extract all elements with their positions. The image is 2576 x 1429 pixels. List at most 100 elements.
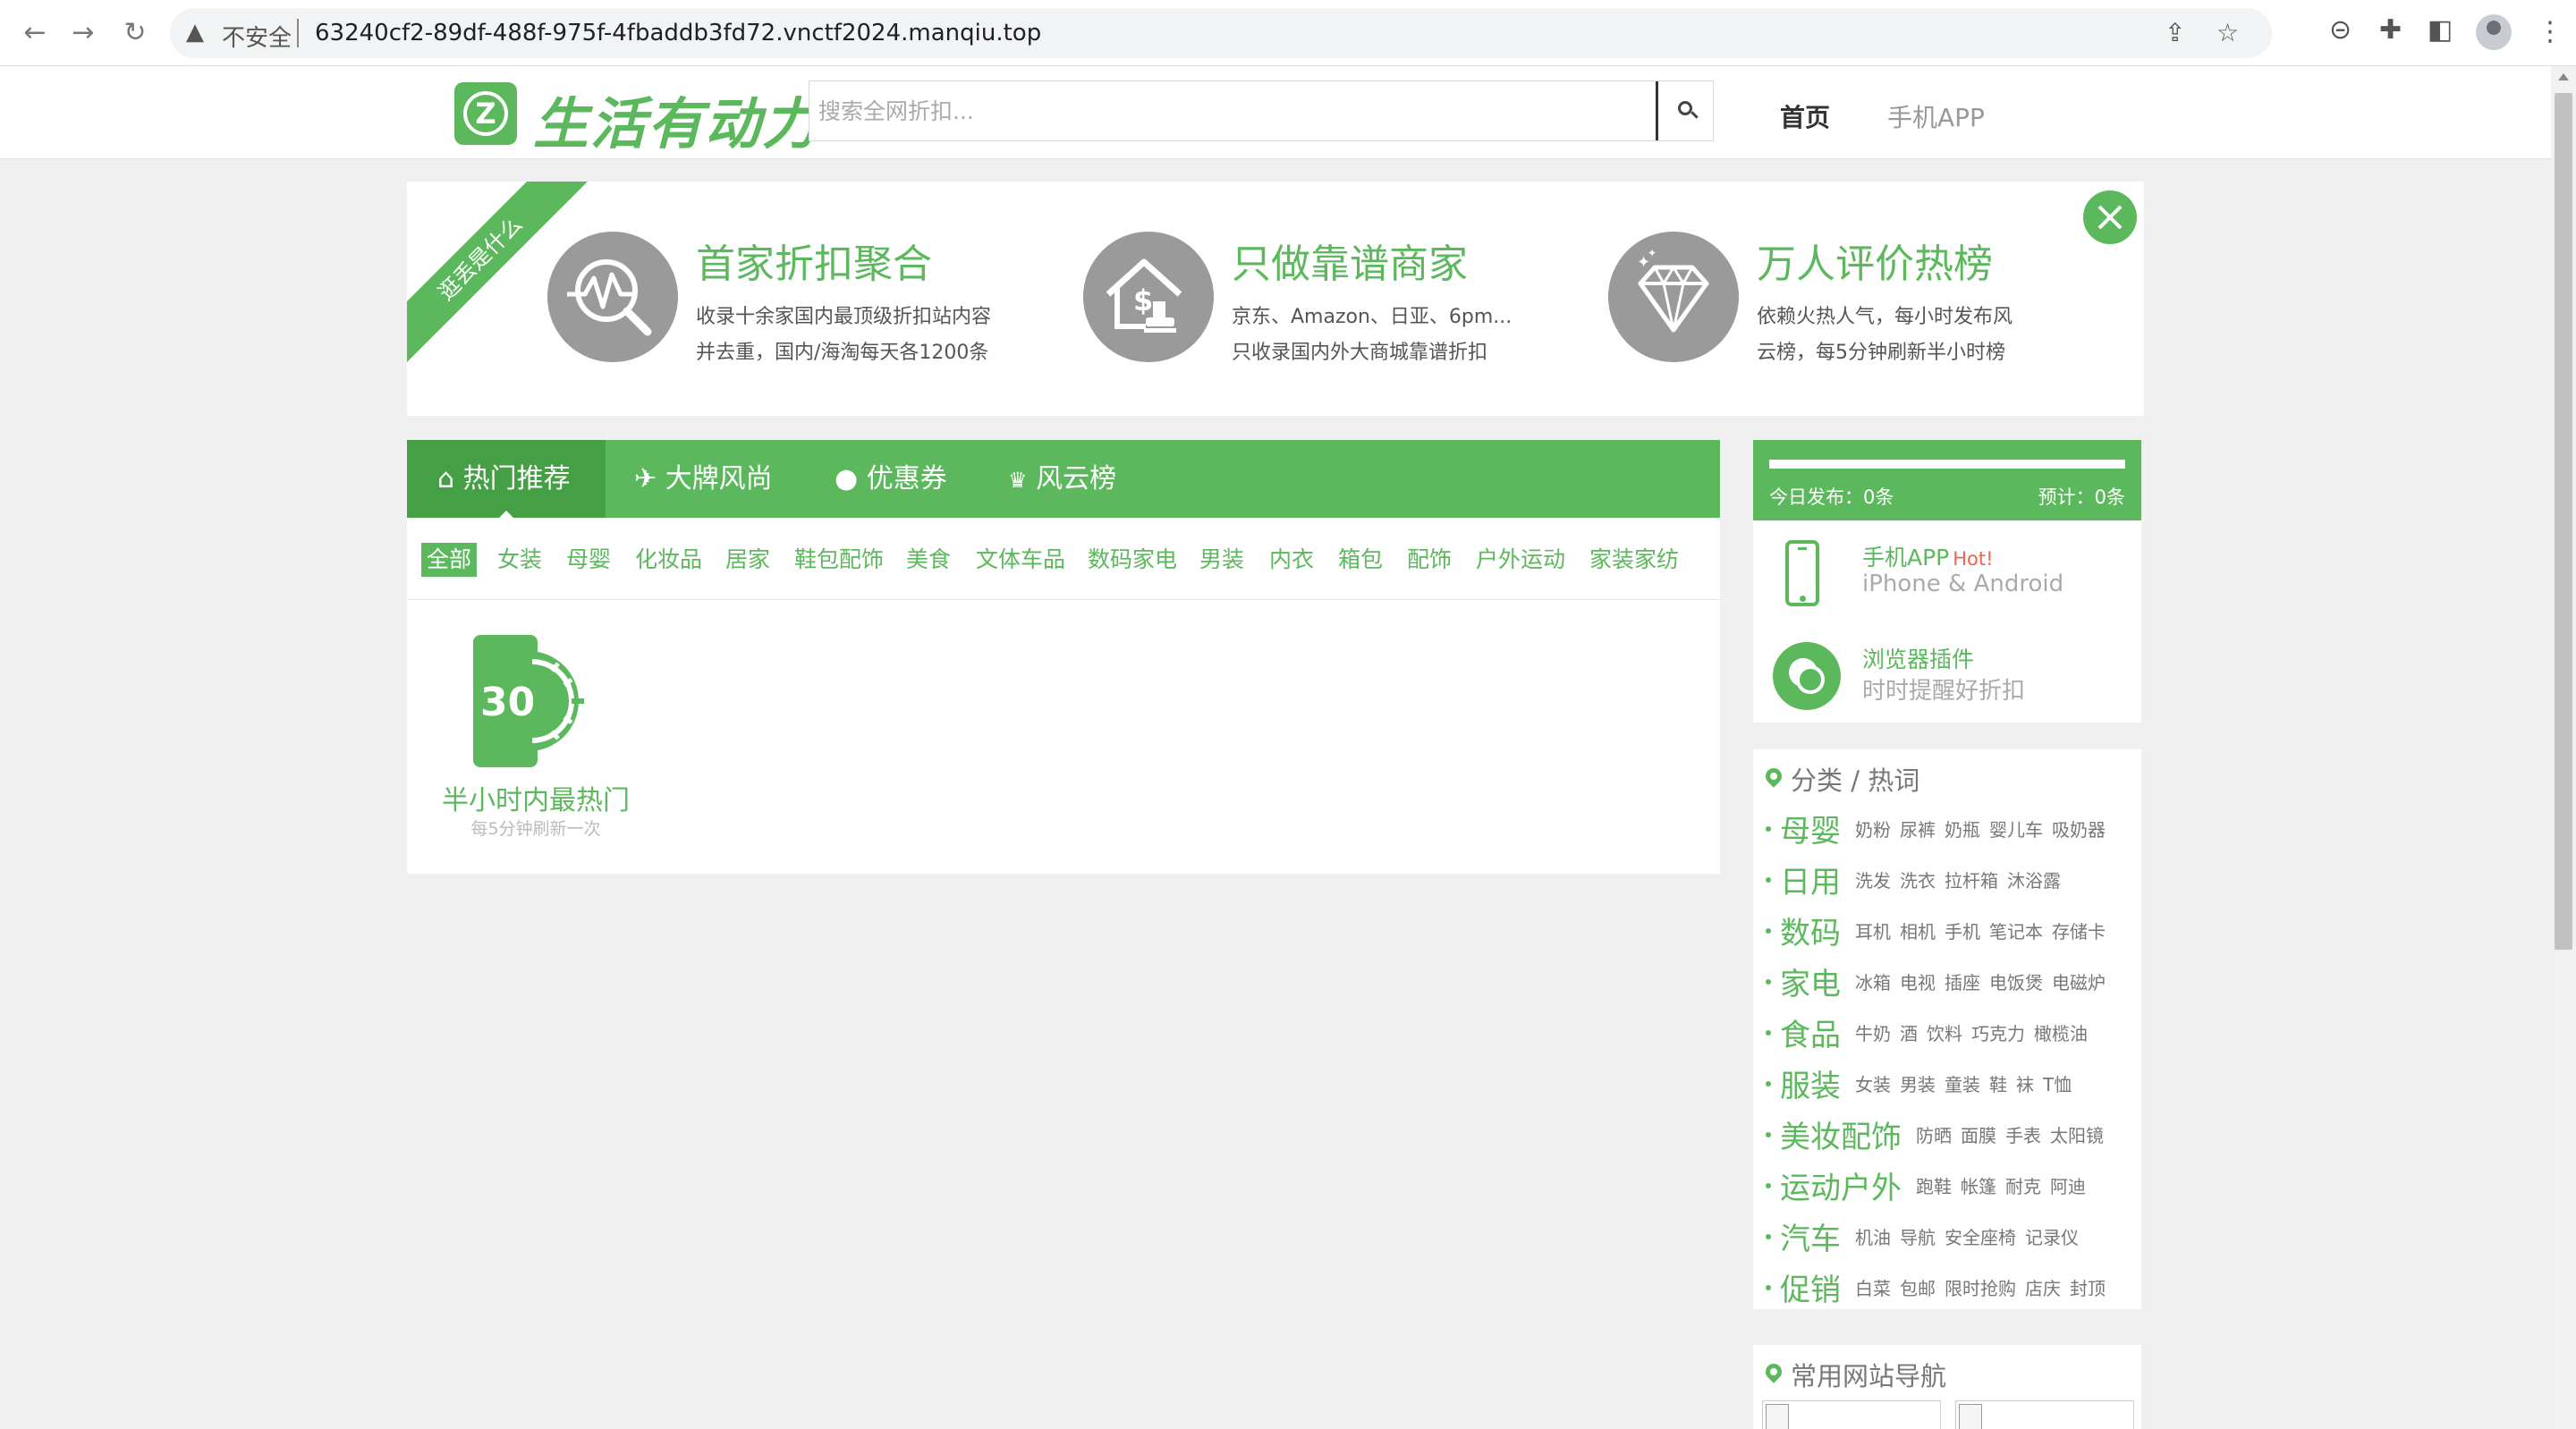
hotword-link[interactable]: 导航 — [1900, 1227, 1936, 1248]
logo-badge[interactable]: Z — [454, 82, 517, 145]
hotword-link[interactable]: T恤 — [2043, 1074, 2072, 1095]
address-bar[interactable]: ▲ 不安全 63240cf2-89df-488f-975f-4fbaddb3fd… — [170, 8, 2272, 58]
hotword-link[interactable]: 电视 — [1900, 972, 1936, 994]
tab-brands[interactable]: ✈ 大牌风尚 — [634, 440, 773, 518]
hotword-link[interactable]: 耳机 — [1855, 921, 1891, 943]
category-link[interactable]: 运动户外 — [1780, 1171, 1902, 1206]
nav-home[interactable]: 首页 — [1780, 98, 1830, 134]
close-icon[interactable] — [2083, 190, 2137, 244]
hotword-link[interactable]: 洗衣 — [1900, 870, 1936, 892]
tab-coupons[interactable]: ● 优惠券 — [835, 440, 947, 518]
tab-ranking[interactable]: ♛ 风云榜 — [1008, 440, 1116, 518]
hotword-link[interactable]: 尿裤 — [1900, 819, 1936, 841]
category-link[interactable]: 促销 — [1780, 1273, 1841, 1308]
category-all[interactable]: 全部 — [421, 543, 478, 577]
hotword-link[interactable]: 电磁炉 — [2052, 972, 2106, 994]
category-item[interactable]: 户外运动 — [1476, 543, 1565, 577]
hotword-link[interactable]: 巧克力 — [1971, 1023, 2025, 1044]
category-item[interactable]: 女装 — [497, 543, 542, 577]
hotword-link[interactable]: 跑鞋 — [1916, 1176, 1952, 1197]
hotword-link[interactable]: 电饭煲 — [1989, 972, 2043, 994]
url-text[interactable]: 63240cf2-89df-488f-975f-4fbaddb3fd72.vnc… — [315, 20, 1041, 47]
category-item[interactable]: 箱包 — [1338, 543, 1383, 577]
category-item[interactable]: 居家 — [725, 543, 770, 577]
hotword-link[interactable]: 橄榄油 — [2034, 1023, 2088, 1044]
zoom-icon[interactable]: ⊝ — [2329, 14, 2351, 46]
logo-text[interactable]: 生活有动力 — [533, 79, 819, 159]
scroll-thumb[interactable] — [2555, 93, 2572, 950]
category-link[interactable]: 食品 — [1780, 1018, 1841, 1053]
category-link[interactable]: 母婴 — [1780, 814, 1841, 850]
hotword-link[interactable]: 手表 — [2005, 1125, 2041, 1146]
hotword-link[interactable]: 牛奶 — [1855, 1023, 1891, 1044]
category-link[interactable]: 家电 — [1780, 967, 1841, 1002]
extensions-icon[interactable]: ✚ — [2379, 14, 2402, 46]
hotword-link[interactable]: 童装 — [1945, 1074, 1980, 1095]
category-link[interactable]: 服装 — [1780, 1069, 1841, 1104]
hotword-link[interactable]: 防晒 — [1916, 1125, 1952, 1146]
share-icon[interactable]: ⇪ — [2165, 18, 2185, 47]
hotword-link[interactable]: 太阳镜 — [2050, 1125, 2104, 1146]
hotword-link[interactable]: 阿迪 — [2050, 1176, 2086, 1197]
scroll-up-icon[interactable] — [2558, 73, 2569, 80]
hotword-link[interactable]: 店庆 — [2025, 1278, 2061, 1299]
category-link[interactable]: 数码 — [1780, 916, 1841, 951]
reload-icon[interactable]: ↻ — [118, 16, 152, 50]
insecure-label[interactable]: 不安全 — [222, 20, 292, 53]
hotword-link[interactable]: 酒 — [1900, 1023, 1918, 1044]
hotword-link[interactable]: 女装 — [1855, 1074, 1891, 1095]
category-item[interactable]: 男装 — [1199, 543, 1244, 577]
hotword-link[interactable]: 相机 — [1900, 921, 1936, 943]
category-item[interactable]: 配饰 — [1407, 543, 1452, 577]
hotword-link[interactable]: 机油 — [1855, 1227, 1891, 1248]
hotword-link[interactable]: 手机 — [1945, 921, 1980, 943]
hotword-link[interactable]: 封顶 — [2070, 1278, 2106, 1299]
forward-icon[interactable]: → — [66, 16, 100, 50]
hotword-link[interactable]: 婴儿车 — [1989, 819, 2043, 841]
hotword-link[interactable]: 白菜 — [1855, 1278, 1891, 1299]
warning-icon[interactable]: ▲ — [186, 19, 204, 46]
back-icon[interactable]: ← — [18, 16, 52, 50]
bookmark-star-icon[interactable]: ☆ — [2216, 18, 2239, 47]
hotword-link[interactable]: 耐克 — [2005, 1176, 2041, 1197]
tab-hot[interactable]: ⌂ 热门推荐 — [407, 440, 606, 518]
hotword-link[interactable]: 安全座椅 — [1945, 1227, 2016, 1248]
hotword-link[interactable]: 帐篷 — [1961, 1176, 1996, 1197]
site-link-image[interactable] — [1955, 1400, 2134, 1429]
hotword-link[interactable]: 记录仪 — [2025, 1227, 2079, 1248]
site-link-image[interactable] — [1762, 1400, 1941, 1429]
search-button[interactable] — [1656, 81, 1713, 140]
side-panel-icon[interactable]: ◧ — [2428, 14, 2453, 46]
category-link[interactable]: 日用 — [1780, 865, 1841, 901]
browser-plugin-link[interactable]: 浏览器插件 时时提醒好折扣 — [1753, 622, 2141, 712]
category-item[interactable]: 鞋包配饰 — [794, 543, 884, 577]
menu-kebab-icon[interactable]: ⋮ — [2537, 16, 2563, 47]
hotword-link[interactable]: 存储卡 — [2052, 921, 2106, 943]
category-link[interactable]: 美妆配饰 — [1780, 1120, 1902, 1155]
page-scrollbar[interactable] — [2551, 66, 2576, 1429]
hotword-link[interactable]: 包邮 — [1900, 1278, 1936, 1299]
hotword-link[interactable]: 笔记本 — [1989, 921, 2043, 943]
category-item[interactable]: 家装家纺 — [1589, 543, 1679, 577]
search-input[interactable] — [809, 81, 1657, 140]
hotword-link[interactable]: 饮料 — [1927, 1023, 1962, 1044]
category-item[interactable]: 母婴 — [566, 543, 611, 577]
profile-avatar[interactable] — [2476, 14, 2512, 50]
category-item[interactable]: 内衣 — [1269, 543, 1314, 577]
hotword-link[interactable]: 奶粉 — [1855, 819, 1891, 841]
hotword-link[interactable]: 奶瓶 — [1945, 819, 1980, 841]
hotword-link[interactable]: 沐浴露 — [2007, 870, 2061, 892]
hotword-link[interactable]: 冰箱 — [1855, 972, 1891, 994]
nav-mobile-app[interactable]: 手机APP — [1887, 98, 1985, 134]
hotword-link[interactable]: 拉杆箱 — [1945, 870, 1998, 892]
hotword-link[interactable]: 限时抢购 — [1945, 1278, 2016, 1299]
mobile-app-link[interactable]: 手机APP Hot! iPhone & Android — [1753, 520, 2141, 610]
hot-card-title[interactable]: 半小时内最热门 — [425, 778, 647, 817]
hotword-link[interactable]: 插座 — [1945, 972, 1980, 994]
hotword-link[interactable]: 鞋 — [1989, 1074, 2007, 1095]
category-item[interactable]: 化妆品 — [635, 543, 702, 577]
hotword-link[interactable]: 洗发 — [1855, 870, 1891, 892]
category-link[interactable]: 汽车 — [1780, 1222, 1841, 1257]
category-item[interactable]: 数码家电 — [1088, 543, 1177, 577]
category-item[interactable]: 美食 — [906, 543, 951, 577]
